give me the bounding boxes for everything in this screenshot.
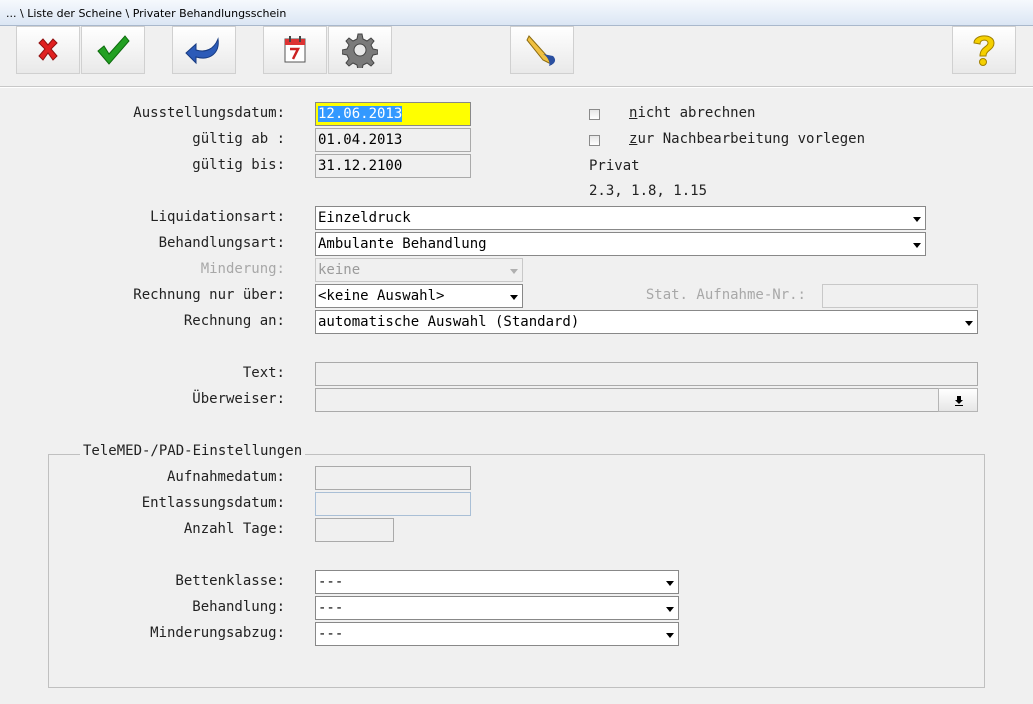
gueltig-bis-field[interactable]: 31.12.2100 <box>315 154 471 178</box>
minderungsabzug-label: Minderungsabzug: <box>150 625 285 641</box>
entlassungsdatum-label: Entlassungsdatum: <box>141 495 285 511</box>
ausstellungsdatum-field[interactable]: 12.06.2013 <box>315 102 471 126</box>
help-button[interactable] <box>952 26 1016 74</box>
ok-button[interactable] <box>81 26 145 74</box>
gueltig-ab-field[interactable]: 01.04.2013 <box>315 128 471 152</box>
nachbearbeitung-checkbox[interactable] <box>589 135 600 146</box>
behandlung-value: --- <box>318 600 344 616</box>
behandlung-label: Behandlung: <box>192 599 285 615</box>
rechnung-an-value: automatische Auswahl (Standard) <box>318 314 580 330</box>
stat-aufnahme-nr-label: Stat. Aufnahme-Nr.: <box>645 287 806 303</box>
aufnahmedatum-field[interactable] <box>315 466 471 490</box>
chevron-down-icon[interactable] <box>661 623 678 645</box>
ausstellungsdatum-label: Ausstellungsdatum: <box>133 105 285 121</box>
bettenklasse-label: Bettenklasse: <box>175 573 285 589</box>
minderung-value: keine <box>318 262 361 278</box>
stat-aufnahme-nr-field <box>822 284 978 308</box>
ueberweiser-lookup-button[interactable] <box>938 388 978 412</box>
rechnung-an-select[interactable]: automatische Auswahl (Standard) <box>315 310 978 334</box>
nicht-abrechnen-checkbox[interactable] <box>589 109 600 120</box>
rechnung-nur-ueber-value: <keine Auswahl> <box>318 288 445 304</box>
toolbar-separator <box>0 86 1033 88</box>
nicht-abrechnen-label[interactable]: nicht abrechnen <box>629 105 755 121</box>
minderung-select: keine <box>315 258 523 282</box>
cancel-x-icon <box>38 38 58 61</box>
calendar-button[interactable] <box>263 26 327 74</box>
text-field[interactable] <box>315 362 978 386</box>
rechnung-nur-ueber-label: Rechnung nur über: <box>133 287 285 303</box>
chevron-down-icon[interactable] <box>505 285 522 307</box>
pen-sign-icon <box>526 35 556 66</box>
privat-label: Privat <box>589 158 640 174</box>
gear-icon <box>342 33 378 68</box>
faktoren-text: 2.3, 1.8, 1.15 <box>589 183 708 199</box>
window: ... \ Liste der Scheine \ Privater Behan… <box>0 0 1033 704</box>
gueltig-bis-label: gültig bis: <box>192 157 285 173</box>
behandlung-select[interactable]: --- <box>315 596 679 620</box>
cancel-button[interactable] <box>16 26 80 74</box>
liquidationsart-select[interactable]: Einzeldruck <box>315 206 926 230</box>
liquidationsart-label: Liquidationsart: <box>150 209 285 225</box>
behandlungsart-label: Behandlungsart: <box>158 235 285 251</box>
minderungsabzug-select[interactable]: --- <box>315 622 679 646</box>
minderungsabzug-value: --- <box>318 626 344 642</box>
anzahl-tage-label: Anzahl Tage: <box>183 521 285 537</box>
title-bar: ... \ Liste der Scheine \ Privater Behan… <box>0 0 1033 26</box>
bettenklasse-value: --- <box>318 574 344 590</box>
undo-arrow-icon <box>185 37 219 65</box>
download-arrow-icon <box>955 396 963 406</box>
settings-button[interactable] <box>328 26 392 74</box>
text-label: Text: <box>242 365 285 381</box>
sign-button[interactable] <box>510 26 574 74</box>
chevron-down-icon[interactable] <box>960 311 977 333</box>
rechnung-an-label: Rechnung an: <box>183 313 285 329</box>
ausstellungsdatum-value: 12.06.2013 <box>318 106 403 122</box>
ok-check-icon <box>97 35 130 65</box>
chevron-down-icon[interactable] <box>908 207 925 229</box>
chevron-down-icon[interactable] <box>661 571 678 593</box>
help-question-icon <box>973 35 995 66</box>
chevron-down-icon[interactable] <box>908 233 925 255</box>
behandlungsart-value: Ambulante Behandlung <box>318 236 487 252</box>
undo-button[interactable] <box>172 26 236 74</box>
ueberweiser-field[interactable] <box>315 388 939 412</box>
chevron-down-icon <box>505 259 522 281</box>
bettenklasse-select[interactable]: --- <box>315 570 679 594</box>
ueberweiser-label: Überweiser: <box>192 391 285 407</box>
rechnung-nur-ueber-select[interactable]: <keine Auswahl> <box>315 284 523 308</box>
liquidationsart-value: Einzeldruck <box>318 210 411 226</box>
window-title: ... \ Liste der Scheine \ Privater Behan… <box>6 7 287 20</box>
chevron-down-icon[interactable] <box>661 597 678 619</box>
behandlungsart-select[interactable]: Ambulante Behandlung <box>315 232 926 256</box>
gueltig-ab-label: gültig ab : <box>192 131 285 147</box>
anzahl-tage-field[interactable] <box>315 518 394 542</box>
nachbearbeitung-label[interactable]: zur Nachbearbeitung vorlegen <box>629 131 865 147</box>
minderung-label: Minderung: <box>200 261 285 277</box>
entlassungsdatum-field[interactable] <box>315 492 471 516</box>
calendar-icon <box>284 36 306 63</box>
aufnahmedatum-label: Aufnahmedatum: <box>166 469 285 485</box>
telemed-group-title: TeleMED-/PAD-Einstellungen <box>80 443 306 459</box>
